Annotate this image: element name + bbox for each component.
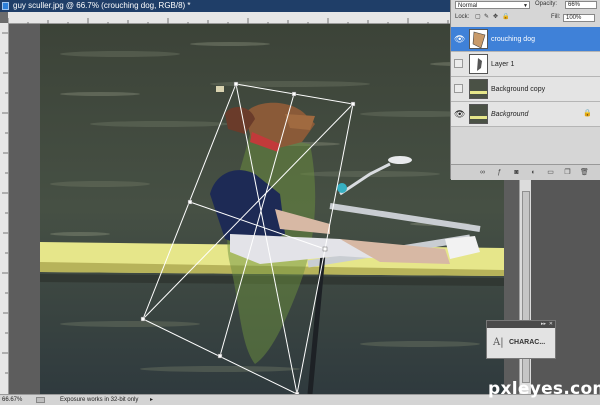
ruler-horizontal[interactable] (7, 12, 453, 25)
opacity-input[interactable]: 66% (565, 1, 597, 9)
layer-name: Background (491, 111, 529, 118)
photo-image (40, 24, 504, 394)
expand-icon[interactable]: ▸▸ (541, 321, 546, 328)
blend-mode-dropdown[interactable]: Normal ▼ (455, 1, 530, 9)
lock-label: Lock: (455, 14, 470, 20)
visibility-toggle[interactable] (454, 59, 463, 68)
layers-panel: Normal ▼ Opacity: 66% Lock: ▢ ✎ ✥ 🔒 Fill… (450, 0, 600, 180)
layers-panel-footer: ∞ ƒ ◙ ◐ ▭ ❐ 🗑 (451, 164, 600, 180)
status-icon (36, 397, 45, 403)
lock-position-icon[interactable]: ✥ (493, 13, 498, 20)
close-icon[interactable]: ✕ (549, 321, 553, 328)
visibility-toggle[interactable] (454, 84, 463, 93)
layer-row-background-copy[interactable]: Background copy (451, 77, 600, 102)
trash-icon[interactable]: 🗑 (580, 168, 589, 177)
panel-header[interactable]: ▸▸ ✕ (487, 321, 555, 328)
opacity-label: Opacity: (535, 1, 558, 7)
layer-row-crouching-dog[interactable]: 👁 crouching dog (451, 27, 600, 52)
layer-thumbnail (469, 104, 488, 124)
character-icon: A| (493, 337, 504, 348)
blend-mode-value: Normal (458, 3, 478, 9)
eye-icon[interactable]: 👁 (454, 34, 465, 44)
mask-icon[interactable]: ◙ (512, 168, 521, 177)
ruler-vertical[interactable] (0, 23, 9, 394)
fx-icon[interactable]: ƒ (495, 168, 504, 177)
character-panel-label: CHARAC... (509, 339, 546, 346)
document-title: guy sculler.jpg @ 66.7% (crouching dog, … (13, 1, 191, 10)
layer-row-layer-1[interactable]: Layer 1 (451, 52, 600, 77)
layer-thumbnail (469, 54, 488, 74)
layer-name: Layer 1 (491, 61, 515, 68)
eye-icon[interactable]: 👁 (454, 109, 465, 119)
watermark: pxleyes.com (488, 379, 600, 399)
adjustment-icon[interactable]: ◐ (529, 168, 538, 177)
fill-label: Fill: (551, 14, 561, 20)
document-canvas[interactable] (9, 24, 519, 394)
new-layer-icon[interactable]: ❐ (563, 168, 572, 177)
lock-icon: 🔒 (583, 110, 592, 117)
link-icon[interactable]: ∞ (478, 168, 487, 177)
group-icon[interactable]: ▭ (546, 168, 555, 177)
vertical-scrollbar[interactable] (519, 179, 531, 394)
layer-name: Background copy (491, 86, 546, 93)
chevron-down-icon: ▼ (523, 3, 528, 9)
layer-thumbnail (469, 29, 488, 49)
character-panel[interactable]: ▸▸ ✕ A| CHARAC... (486, 320, 556, 359)
lock-transparency-icon[interactable]: ▢ (475, 13, 481, 20)
document-icon (2, 2, 9, 10)
layer-thumbnail (469, 79, 488, 99)
lock-paint-icon[interactable]: ✎ (484, 13, 489, 20)
layer-name: crouching dog (491, 36, 535, 43)
layer-row-background[interactable]: 👁 Background 🔒 (451, 102, 600, 127)
lock-all-icon[interactable]: 🔒 (502, 13, 509, 20)
fill-input[interactable]: 100% (563, 14, 595, 22)
panel-dock-area (531, 179, 600, 394)
